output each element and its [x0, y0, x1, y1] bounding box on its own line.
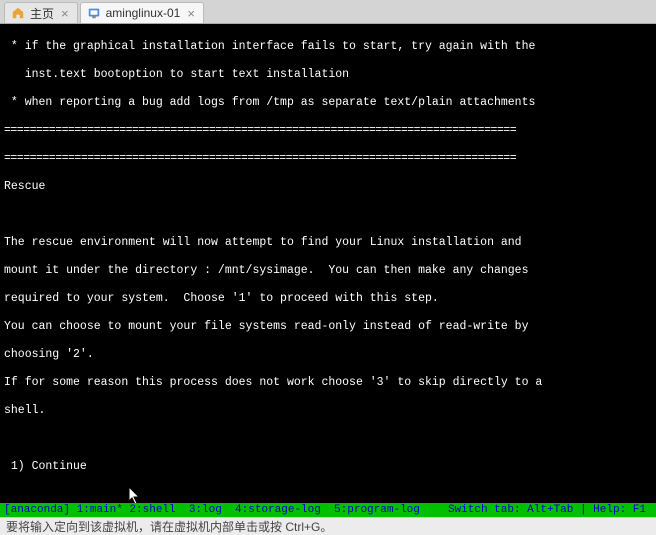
vm-icon: [87, 6, 101, 20]
separator: ========================================…: [4, 124, 652, 138]
terminal-line: mount it under the directory : /mnt/sysi…: [4, 264, 652, 278]
terminal-viewport[interactable]: * if the graphical installation interfac…: [0, 24, 656, 517]
terminal-line: required to your system. Choose '1' to p…: [4, 292, 652, 306]
terminal-line: * when reporting a bug add logs from /tm…: [4, 96, 652, 110]
terminal-line: The rescue environment will now attempt …: [4, 236, 652, 250]
home-icon: [11, 6, 25, 20]
status-left: [anaconda] 1:main* 2:shell 3:log 4:stora…: [4, 504, 426, 516]
close-icon[interactable]: ×: [59, 7, 71, 20]
terminal-line: * if the graphical installation interfac…: [4, 40, 652, 54]
tab-vm[interactable]: aminglinux-01 ×: [80, 2, 204, 23]
tab-label: aminglinux-01: [106, 6, 181, 20]
terminal-line: If for some reason this process does not…: [4, 376, 652, 390]
anaconda-statusbar: [anaconda] 1:main* 2:shell 3:log 4:stora…: [0, 503, 656, 517]
terminal-line: inst.text bootoption to start text insta…: [4, 68, 652, 82]
hint-text: 要将输入定向到该虚拟机，请在虚拟机内部单击或按 Ctrl+G。: [6, 518, 332, 535]
option-continue: 1) Continue: [4, 460, 652, 474]
tab-bar: 主页 × aminglinux-01 ×: [0, 0, 656, 24]
vm-input-hint: 要将输入定向到该虚拟机，请在虚拟机内部单击或按 Ctrl+G。: [0, 517, 656, 535]
close-icon[interactable]: ×: [185, 7, 197, 20]
tab-label: 主页: [30, 5, 54, 22]
status-right: Switch tab: Alt+Tab | Help: F1: [448, 504, 652, 516]
tab-home[interactable]: 主页 ×: [4, 2, 78, 23]
rescue-heading: Rescue: [4, 180, 652, 194]
terminal-line: You can choose to mount your file system…: [4, 320, 652, 334]
terminal-line: shell.: [4, 404, 652, 418]
separator: ========================================…: [4, 152, 652, 166]
terminal-line: choosing '2'.: [4, 348, 652, 362]
